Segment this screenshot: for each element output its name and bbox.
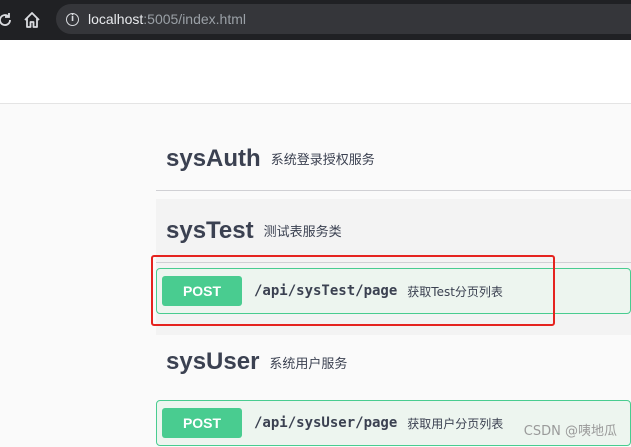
tag-name: sysUser bbox=[166, 348, 260, 375]
browser-toolbar: i localhost:5005/index.html bbox=[0, 0, 631, 40]
endpoint-path: /api/sysUser/page bbox=[254, 415, 398, 431]
tag-header-sysuser[interactable]: sysUser 系统用户服务 bbox=[156, 330, 631, 394]
tag-header-sysauth[interactable]: sysAuth 系统登录授权服务 bbox=[156, 127, 631, 191]
tag-description: 系统用户服务 bbox=[269, 356, 348, 372]
tag-name: sysAuth bbox=[166, 144, 261, 172]
endpoint-summary: 获取用户分页列表 bbox=[407, 416, 504, 431]
method-badge-post: POST bbox=[162, 408, 242, 438]
url-path: :5005/index.html bbox=[143, 11, 246, 27]
url-host: localhost bbox=[88, 11, 144, 27]
info-icon[interactable]: i bbox=[66, 12, 79, 26]
tag-section-sysuser: sysUser 系统用户服务 bbox=[156, 330, 631, 394]
reload-icon[interactable] bbox=[0, 9, 16, 31]
tag-header-systest[interactable]: sysTest 测试表服务类 bbox=[156, 199, 631, 263]
home-icon[interactable] bbox=[21, 9, 43, 31]
tag-description: 测试表服务类 bbox=[263, 225, 342, 240]
swagger-topbar bbox=[0, 40, 631, 104]
tag-description: 系统登录授权服务 bbox=[270, 153, 375, 168]
watermark: CSDN @咦地瓜 bbox=[523, 424, 617, 439]
address-bar[interactable]: i localhost:5005/index.html bbox=[56, 4, 631, 34]
tag-name: sysTest bbox=[166, 216, 254, 244]
highlight-annotation-box bbox=[151, 255, 555, 326]
tag-section-sysauth: sysAuth 系统登录授权服务 bbox=[156, 127, 631, 191]
url-text: localhost:5005/index.html bbox=[88, 11, 246, 27]
